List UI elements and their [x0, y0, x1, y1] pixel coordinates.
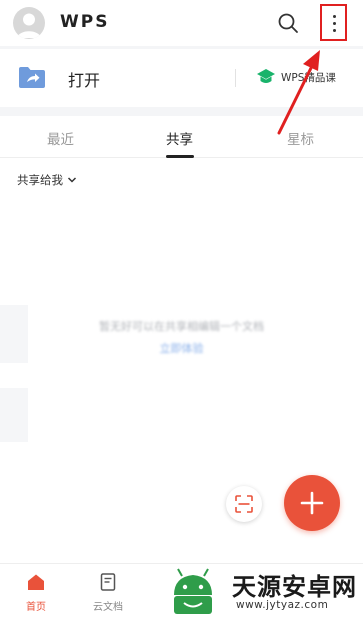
empty-state-message: 暂无好可以在共享相编辑一个文档: [99, 320, 264, 333]
scan-icon: [235, 495, 253, 513]
new-document-button[interactable]: [284, 475, 340, 531]
top-bar: WPS: [0, 0, 363, 46]
nav-home-label: 首页: [26, 602, 46, 613]
wps-course-link[interactable]: WPS精品课: [281, 70, 336, 85]
more-options-button[interactable]: [320, 4, 347, 41]
nav-cloud-docs-label: 云文档: [93, 602, 123, 613]
more-vertical-icon: [332, 15, 336, 18]
tab-starred[interactable]: 星标: [287, 128, 314, 148]
shared-with-me-filter[interactable]: 共享给我: [17, 172, 77, 188]
chevron-down-icon: [67, 177, 77, 183]
graduation-cap-icon[interactable]: [256, 67, 276, 87]
open-button[interactable]: 打开: [68, 67, 100, 91]
watermark-url: www.jytyaz.com: [236, 599, 329, 611]
plus-icon: [300, 491, 324, 515]
quick-actions-row: 打开 WPS精品课: [0, 49, 363, 107]
watermark-title: 天源安卓网: [232, 573, 357, 601]
active-tab-indicator: [166, 155, 194, 158]
filter-label: 共享给我: [17, 173, 63, 187]
avatar[interactable]: [13, 7, 45, 39]
android-robot-logo: [169, 568, 217, 617]
search-icon[interactable]: [276, 11, 300, 35]
wps-logo: WPS: [60, 12, 110, 32]
tab-shared[interactable]: 共享: [166, 128, 193, 148]
site-watermark: 天源安卓网 www.jytyaz.com: [160, 563, 363, 617]
divider: [235, 69, 236, 87]
folder-icon[interactable]: [18, 65, 46, 89]
tab-bar: 最近 共享 星标: [0, 116, 363, 158]
background-shape: [0, 388, 28, 442]
tab-recent[interactable]: 最近: [47, 128, 74, 148]
home-icon: [28, 574, 44, 590]
nav-home[interactable]: 首页: [6, 564, 66, 617]
nav-cloud-docs[interactable]: 云文档: [78, 564, 138, 617]
empty-state-link[interactable]: 立即体验: [0, 340, 363, 356]
scan-button[interactable]: [226, 486, 262, 522]
document-icon: [100, 573, 116, 591]
